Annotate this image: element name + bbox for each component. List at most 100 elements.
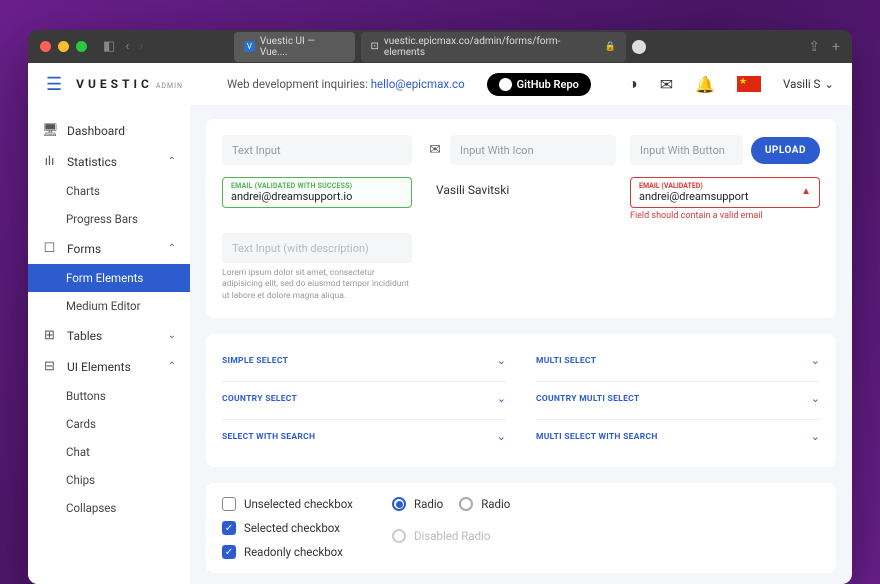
radio-label: Disabled Radio (414, 529, 490, 543)
github-label: GitHub Repo (517, 78, 579, 91)
site-icon: ⊡ (371, 41, 379, 52)
sidebar-item-label: Dashboard (67, 124, 125, 138)
sidebar-item-ui-elements[interactable]: ⊟ UI Elements ⌃ (28, 351, 190, 382)
text-input-with-description: Text Input (with description) Lorem ipsu… (222, 233, 412, 302)
radio-option-1[interactable]: Radio (392, 497, 443, 511)
sidebar-item-chat[interactable]: Chat (28, 438, 190, 466)
country-multi-select[interactable]: COUNTRY MULTI SELECT ⌄ (536, 382, 820, 420)
nav-controls: ◧ ‹ › (103, 39, 143, 54)
sidebar-item-charts[interactable]: Charts (28, 177, 190, 205)
language-flag[interactable] (737, 76, 761, 92)
inquiry-email-link[interactable]: hello@epicmax.co (371, 77, 465, 91)
chevron-down-icon: ⌄ (168, 330, 176, 341)
envelope-icon: ✉ (426, 142, 444, 158)
app-topbar: ☰ VUESTICADMIN Web development inquiries… (28, 63, 852, 105)
sidebar-item-buttons[interactable]: Buttons (28, 382, 190, 410)
multi-select-with-search[interactable]: MULTI SELECT WITH SEARCH ⌄ (536, 420, 820, 457)
select-label: COUNTRY SELECT (222, 394, 297, 404)
input-with-button-wrap: Input With Button UPLOAD (630, 135, 820, 165)
multi-select[interactable]: MULTI SELECT ⌄ (536, 344, 820, 382)
radio-disabled-icon (392, 529, 406, 543)
forward-icon[interactable]: › (139, 39, 143, 54)
sidebar-icon[interactable]: ◧ (103, 39, 115, 54)
radio-selected-icon (392, 497, 406, 511)
field-value: andrei@dreamsupport (639, 190, 811, 203)
chevron-down-icon: ⌄ (497, 430, 506, 443)
simple-select[interactable]: SIMPLE SELECT ⌄ (222, 344, 506, 382)
checkbox-checked-icon: ✓ (222, 521, 236, 535)
chevron-down-icon: ⌄ (497, 392, 506, 405)
chevron-up-icon: ⌃ (168, 243, 176, 254)
radio-column: Radio Radio Disabled Radio (392, 497, 820, 569)
field-label: EMAIL (VALIDATED WITH SUCCESS) (231, 182, 403, 190)
country-select[interactable]: COUNTRY SELECT ⌄ (222, 382, 506, 420)
select-with-search[interactable]: SELECT WITH SEARCH ⌄ (222, 420, 506, 457)
sidebar-item-medium-editor[interactable]: Medium Editor (28, 292, 190, 320)
description-text: Lorem ipsum dolor sit amet, consectetur … (222, 268, 412, 302)
share-icon[interactable]: ⇪ (808, 39, 820, 55)
inquiry-label: Web development inquiries: (227, 77, 368, 91)
sidebar-item-progress-bars[interactable]: Progress Bars (28, 205, 190, 233)
github-icon (499, 78, 512, 91)
notifications-icon[interactable]: 🔔 (695, 75, 715, 94)
select-label: SELECT WITH SEARCH (222, 432, 315, 442)
back-icon[interactable]: ‹ (125, 39, 129, 54)
new-tab-icon[interactable]: + (832, 39, 840, 55)
statistics-icon: ılı (42, 154, 57, 169)
inquiry-text: Web development inquiries: hello@epicmax… (227, 77, 465, 91)
chevron-down-icon: ⌄ (811, 354, 820, 367)
forms-icon: ☐ (42, 241, 57, 256)
titlebar: ◧ ‹ › V Vuestic UI — Vue.... ⊡ vuestic.e… (28, 30, 852, 63)
email-validated-success-field[interactable]: EMAIL (VALIDATED WITH SUCCESS) andrei@dr… (222, 177, 412, 208)
sidebar-item-collapses[interactable]: Collapses (28, 494, 190, 522)
checkbox-label: Readonly checkbox (244, 545, 343, 559)
sidebar-item-label: Tables (67, 329, 102, 343)
radio-option-2[interactable]: Radio (459, 497, 510, 511)
sidebar-item-tables[interactable]: ⊞ Tables ⌄ (28, 320, 190, 351)
address-bar[interactable]: ⊡ vuestic.epicmax.co/admin/forms/form-el… (361, 32, 627, 62)
user-menu[interactable]: Vasili S ⌄ (783, 77, 834, 91)
checkbox-unselected[interactable]: Unselected checkbox (222, 497, 372, 511)
brand-logo[interactable]: VUESTICADMIN (76, 77, 183, 91)
brand-sub-text: ADMIN (156, 82, 183, 90)
browser-window: ◧ ‹ › V Vuestic UI — Vue.... ⊡ vuestic.e… (28, 30, 852, 584)
tables-icon: ⊞ (42, 328, 57, 343)
upload-button[interactable]: UPLOAD (751, 137, 820, 164)
select-label: MULTI SELECT (536, 356, 596, 366)
checkbox-label: Selected checkbox (244, 521, 340, 535)
minimize-window-button[interactable] (58, 41, 69, 52)
plain-name-field[interactable]: Vasili Savitski (426, 177, 616, 203)
sidebar-item-statistics[interactable]: ılı Statistics ⌃ (28, 146, 190, 177)
theme-icon[interactable]: ◑ (628, 74, 638, 94)
email-validated-error-field[interactable]: EMAIL (VALIDATED) andrei@dreamsupport ▲ (630, 177, 820, 208)
input-with-icon[interactable]: Input With Icon (450, 135, 616, 165)
controls-card: Unselected checkbox ✓ Selected checkbox … (206, 483, 836, 573)
github-repo-button[interactable]: GitHub Repo (487, 73, 591, 96)
chevron-down-icon: ⌄ (811, 430, 820, 443)
sidebar-item-form-elements[interactable]: Form Elements (28, 264, 190, 292)
checkbox-readonly: ✓ Readonly checkbox (222, 545, 372, 559)
sidebar-item-cards[interactable]: Cards (28, 410, 190, 438)
browser-tab-1[interactable]: V Vuestic UI — Vue.... (234, 32, 355, 62)
checkbox-selected[interactable]: ✓ Selected checkbox (222, 521, 372, 535)
mail-icon[interactable]: ✉ (660, 75, 673, 94)
input-with-icon-wrap: ✉ Input With Icon (426, 135, 616, 165)
chevron-down-icon: ⌄ (497, 354, 506, 367)
checkbox-column: Unselected checkbox ✓ Selected checkbox … (222, 497, 372, 569)
input-with-button[interactable]: Input With Button (630, 135, 743, 165)
sidebar-item-forms[interactable]: ☐ Forms ⌃ (28, 233, 190, 264)
reader-icon[interactable] (632, 40, 646, 54)
dashboard-icon: 🖥 (42, 123, 57, 138)
maximize-window-button[interactable] (76, 41, 87, 52)
sidebar-item-label: Forms (67, 242, 101, 256)
menu-toggle-icon[interactable]: ☰ (46, 74, 62, 95)
text-input-desc[interactable]: Text Input (with description) (222, 233, 412, 263)
sidebar-item-chips[interactable]: Chips (28, 466, 190, 494)
close-window-button[interactable] (40, 41, 51, 52)
error-message: Field should contain a valid email (630, 211, 820, 221)
text-input[interactable]: Text Input (222, 135, 412, 165)
topbar-icons: ◑ ✉ 🔔 Vasili S ⌄ (628, 74, 834, 94)
sidebar-item-dashboard[interactable]: 🖥 Dashboard (28, 115, 190, 146)
radio-disabled: Disabled Radio (392, 529, 820, 543)
sidebar-item-label: Statistics (67, 155, 117, 169)
